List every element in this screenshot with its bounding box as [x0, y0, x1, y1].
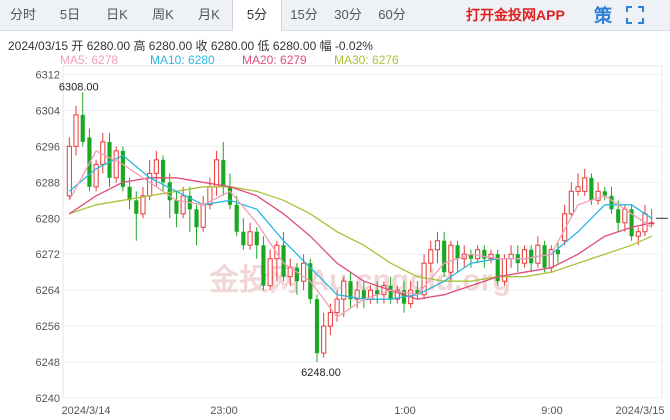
- min-price-label: 6248.00: [301, 367, 341, 379]
- candle-body: [582, 177, 588, 192]
- candle-body: [247, 231, 253, 246]
- y-tick-label: 6288: [36, 177, 60, 189]
- candle-body: [160, 159, 166, 183]
- candle-body: [428, 249, 434, 264]
- candle-body: [200, 204, 206, 228]
- candle-body: [434, 240, 441, 251]
- candle-body: [267, 258, 273, 287]
- y-tick-label: 6280: [36, 213, 60, 225]
- x-tick-label: 9:00: [541, 405, 562, 417]
- candle-body: [180, 195, 186, 215]
- candle-body: [261, 245, 266, 286]
- candle-body: [214, 159, 220, 188]
- candle-body: [448, 244, 454, 273]
- candle-body: [241, 231, 246, 246]
- candle-body: [635, 231, 641, 237]
- y-tick-label: 6304: [36, 105, 60, 117]
- x-tick-label: 2024/3/15: [616, 405, 665, 417]
- x-tick-label: 23:00: [210, 405, 238, 417]
- candle-body: [508, 253, 514, 260]
- y-tick-label: 6312: [36, 69, 60, 81]
- candle-body: [113, 150, 119, 179]
- candle-body: [227, 186, 233, 205]
- candle-body: [589, 177, 594, 201]
- candle-body: [66, 145, 72, 197]
- candle-body: [73, 114, 79, 147]
- y-tick-label: 6248: [36, 357, 60, 369]
- y-tick-label: 6264: [36, 285, 60, 297]
- candle-body: [388, 285, 393, 300]
- candle-body: [501, 258, 507, 282]
- candle-body: [140, 195, 146, 215]
- candle-body: [221, 159, 226, 187]
- candle-body: [254, 231, 259, 246]
- candle-body: [442, 240, 447, 273]
- candle-body: [314, 299, 320, 354]
- candle-body: [301, 262, 307, 282]
- candle-body: [80, 114, 85, 142]
- candle-body: [609, 195, 614, 210]
- candle-body: [153, 159, 159, 174]
- candle-body: [134, 200, 139, 214]
- y-tick-label: 6296: [36, 141, 60, 153]
- candle-body: [294, 267, 299, 282]
- candle-body: [361, 290, 366, 300]
- candle-body: [167, 182, 172, 201]
- candle-body: [521, 249, 528, 264]
- candle-body: [327, 312, 333, 327]
- y-tick-label: 6256: [36, 321, 60, 333]
- candle-body: [622, 208, 628, 224]
- plot-frame: [62, 65, 663, 399]
- max-price-label: 6308.00: [59, 81, 99, 93]
- candle-body: [482, 249, 487, 259]
- candle-body: [174, 200, 179, 214]
- candle-body: [542, 245, 547, 268]
- candle-body: [107, 141, 112, 178]
- candle-body: [455, 245, 460, 259]
- x-tick-label: 2024/3/14: [62, 405, 111, 417]
- candle-body: [529, 249, 534, 264]
- y-tick-label: 6240: [36, 393, 60, 405]
- candle-body: [234, 204, 239, 232]
- candle-body: [194, 209, 199, 228]
- candle-body: [575, 186, 581, 192]
- y-tick-label: 6272: [36, 249, 60, 261]
- candle-body: [475, 249, 481, 260]
- candle-body: [321, 325, 327, 354]
- candle-body: [334, 298, 340, 314]
- candlestick-chart: 6240 6248 6256 6264 6272 6280 6288 6296 6304 6312…: [36, 65, 668, 417]
- candle-body: [535, 244, 541, 264]
- x-tick-label: 1:00: [394, 405, 415, 417]
- candle-body: [616, 209, 621, 223]
- candle-body: [568, 190, 574, 215]
